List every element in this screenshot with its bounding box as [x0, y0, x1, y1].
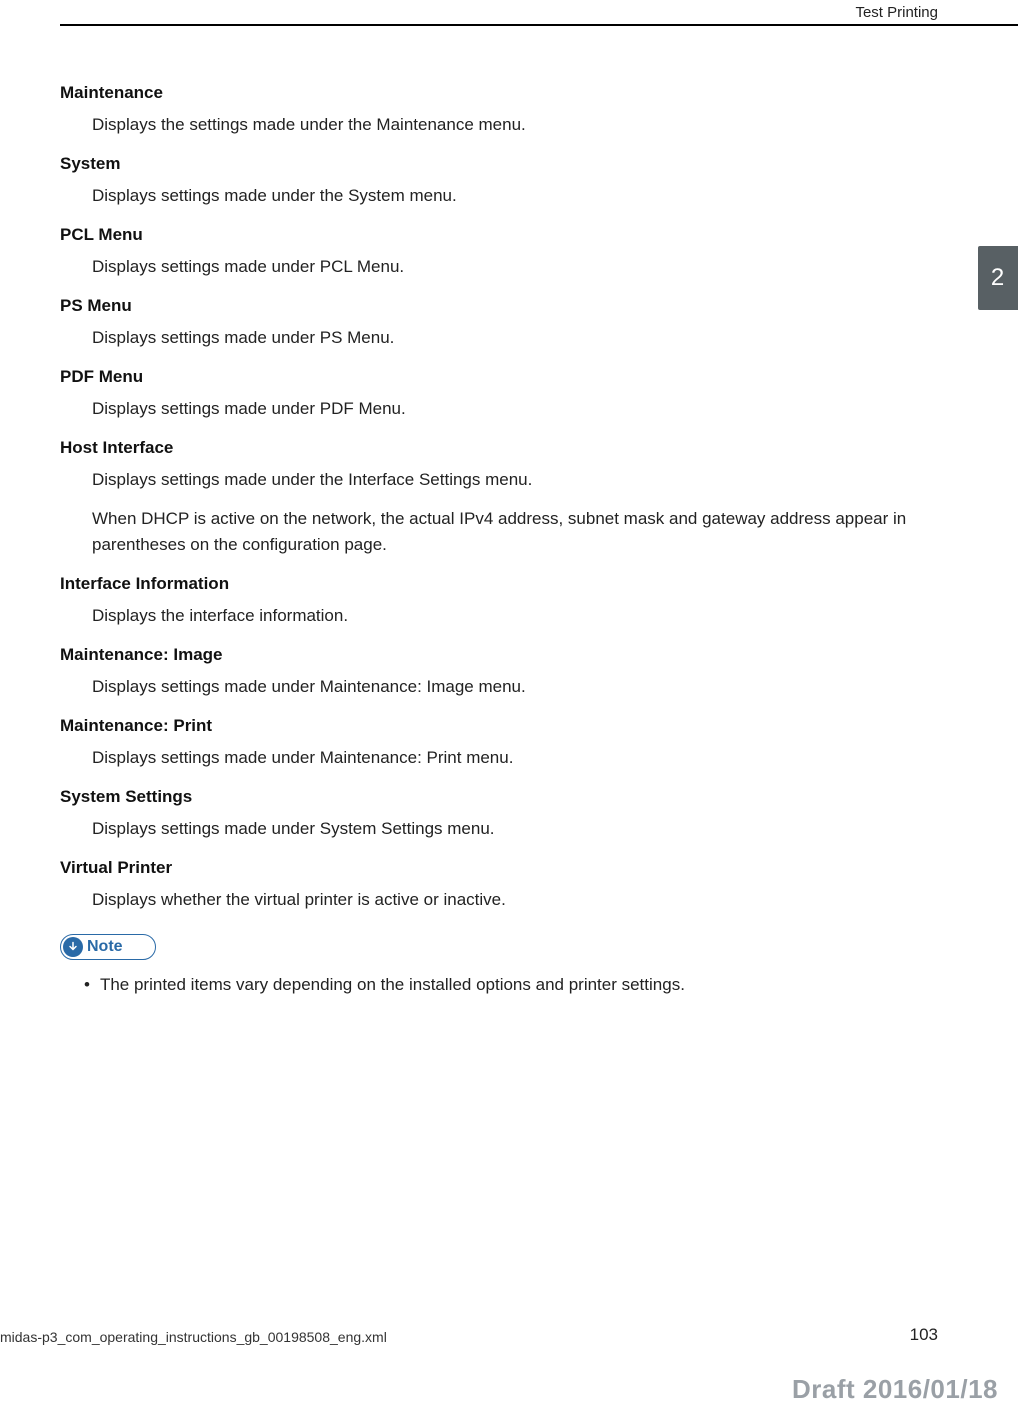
definition-block: Maintenance: Image Displays settings mad… [60, 642, 958, 699]
section-title: Maintenance [60, 80, 958, 106]
section-title: Virtual Printer [60, 855, 958, 881]
note-badge: Note [60, 934, 156, 960]
section-title: Maintenance: Print [60, 713, 958, 739]
bullet-dot-icon: • [84, 972, 90, 998]
section-title: Host Interface [60, 435, 958, 461]
arrow-down-circle-icon [63, 937, 83, 957]
definition-block: PS Menu Displays settings made under PS … [60, 293, 958, 350]
draft-stamp: Draft 2016/01/18 [792, 1374, 998, 1405]
section-title: PCL Menu [60, 222, 958, 248]
section-paragraph: Displays settings made under System Sett… [92, 816, 958, 842]
footer-page-number: 103 [910, 1325, 938, 1345]
definition-block: System Settings Displays settings made u… [60, 784, 958, 841]
definition-block: Maintenance: Print Displays settings mad… [60, 713, 958, 770]
section-paragraph: Displays the settings made under the Mai… [92, 112, 958, 138]
definition-block: Maintenance Displays the settings made u… [60, 80, 958, 137]
header-divider [60, 24, 1018, 26]
chapter-tab: 2 [978, 246, 1018, 310]
arrow-down-icon [67, 941, 79, 953]
section-title: Maintenance: Image [60, 642, 958, 668]
section-paragraph: Displays settings made under the Interfa… [92, 467, 958, 493]
section-title: System [60, 151, 958, 177]
definition-block: PCL Menu Displays settings made under PC… [60, 222, 958, 279]
section-title: PS Menu [60, 293, 958, 319]
definition-block: Virtual Printer Displays whether the vir… [60, 855, 958, 912]
chapter-tab-label: 2 [991, 264, 1005, 292]
definition-block: Host Interface Displays settings made un… [60, 435, 958, 557]
section-title: PDF Menu [60, 364, 958, 390]
section-paragraph: Displays settings made under PS Menu. [92, 325, 958, 351]
definition-block: System Displays settings made under the … [60, 151, 958, 208]
section-paragraph: Displays settings made under Maintenance… [92, 674, 958, 700]
section-paragraph: Displays settings made under PDF Menu. [92, 396, 958, 422]
section-paragraph: Displays whether the virtual printer is … [92, 887, 958, 913]
note-bullet-item: • The printed items vary depending on th… [84, 972, 958, 998]
definition-block: Interface Information Displays the inter… [60, 571, 958, 628]
note-label: Note [87, 935, 123, 959]
footer-file-ref: midas-p3_com_operating_instructions_gb_0… [0, 1329, 387, 1345]
definition-block: PDF Menu Displays settings made under PD… [60, 364, 958, 421]
header-section-title: Test Printing [855, 4, 938, 21]
section-paragraph: When DHCP is active on the network, the … [92, 506, 958, 557]
section-paragraph: Displays settings made under Maintenance… [92, 745, 958, 771]
note-bullet-text: The printed items vary depending on the … [100, 972, 685, 998]
section-title: System Settings [60, 784, 958, 810]
section-paragraph: Displays the interface information. [92, 603, 958, 629]
section-paragraph: Displays settings made under PCL Menu. [92, 254, 958, 280]
section-title: Interface Information [60, 571, 958, 597]
section-paragraph: Displays settings made under the System … [92, 183, 958, 209]
content-area: Maintenance Displays the settings made u… [60, 80, 958, 998]
